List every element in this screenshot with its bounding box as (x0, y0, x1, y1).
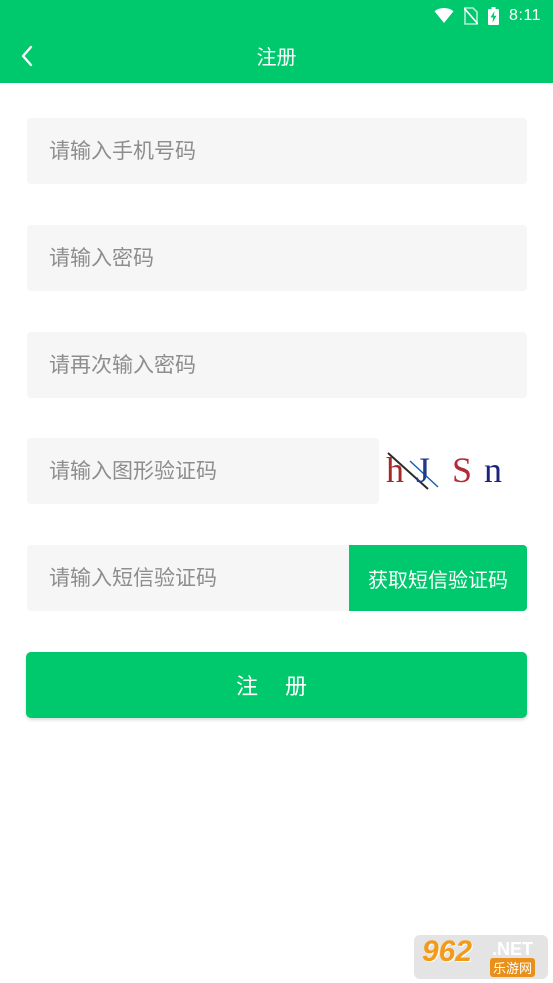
get-sms-code-button[interactable]: 获取短信验证码 (349, 545, 527, 611)
watermark-number: 962 (422, 935, 473, 968)
no-sim-icon (464, 7, 479, 25)
battery-charging-icon (488, 7, 500, 25)
captcha-image[interactable]: h J S n (380, 439, 527, 503)
wifi-icon (434, 8, 454, 23)
phone-input[interactable] (27, 118, 527, 184)
page-title: 注册 (256, 45, 297, 69)
watermark-domain: .NET (492, 939, 534, 959)
password-input[interactable] (27, 225, 527, 291)
captcha-char: S (452, 450, 472, 490)
image-captcha-input[interactable] (27, 438, 379, 504)
password-field (27, 225, 527, 291)
captcha-char: n (484, 450, 502, 490)
captcha-char: h (386, 450, 404, 490)
confirm-password-field (27, 332, 527, 398)
app-header: 8:11 注册 (0, 0, 553, 83)
sms-code-field (27, 545, 357, 611)
watermark-site-name: 乐游网 (490, 958, 536, 977)
status-time: 8:11 (509, 7, 541, 24)
phone-field (27, 118, 527, 184)
captcha-char: J (416, 450, 430, 490)
register-button[interactable]: 注 册 (26, 652, 527, 718)
sms-code-input[interactable] (27, 545, 357, 611)
site-watermark: 962 .NET 乐游网 (414, 935, 548, 979)
status-bar: 8:11 (434, 6, 541, 26)
confirm-password-input[interactable] (27, 332, 527, 398)
image-captcha-field (27, 438, 379, 504)
